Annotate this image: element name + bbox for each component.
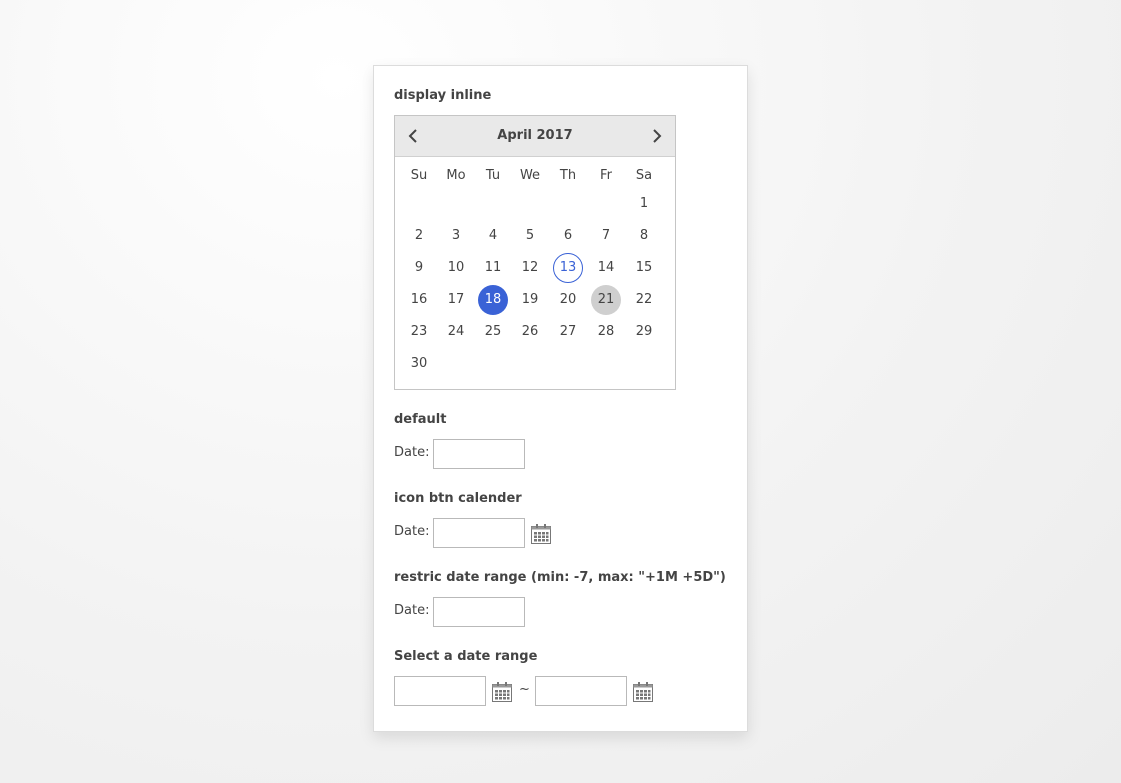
calendar-day[interactable]: 5 [515,221,545,251]
calendar-icon[interactable] [530,523,552,545]
calendar-day[interactable]: 26 [515,317,545,347]
weekday-header: Su [410,168,428,183]
calendar-day[interactable]: 6 [553,221,583,251]
datepicker-demo-card: display inline April 2017 Su Mo Tu We Th Fr Sa… [373,65,748,732]
calendar-icon[interactable] [491,681,513,703]
calendar-day[interactable]: 15 [629,253,659,283]
calendar-day[interactable]: 21 [591,285,621,315]
calendar-day[interactable]: 16 [404,285,434,315]
calendar-day[interactable]: 27 [553,317,583,347]
section-title-restrict: restric date range (min: -7, max: "+1M +… [394,570,726,585]
section-title-default: default [394,412,447,427]
weekday-header: Sa [635,168,653,183]
date-label: Date: [394,524,430,539]
chevron-right-icon [653,129,662,143]
calendar-day[interactable]: 7 [591,221,621,251]
range-from-input[interactable] [394,676,486,706]
range-to-input[interactable] [535,676,627,706]
next-month-button[interactable] [646,125,668,147]
weekday-header: Th [559,168,577,183]
weekday-header: Tu [485,168,501,183]
weekday-header: We [519,168,541,183]
calendar-month-title: April 2017 [497,128,573,143]
calendar-day[interactable]: 20 [553,285,583,315]
calendar-day[interactable]: 14 [591,253,621,283]
inline-calendar: April 2017 Su Mo Tu We Th Fr Sa 1 2 3 4 5 6 7 8 9 10 11 12… [394,115,676,390]
restrict-date-input[interactable] [433,597,525,627]
calendar-day[interactable]: 4 [478,221,508,251]
calendar-day[interactable]: 22 [629,285,659,315]
calendar-day[interactable]: 24 [441,317,471,347]
calendar-day[interactable]: 23 [404,317,434,347]
range-separator: ~ [519,682,530,697]
date-label: Date: [394,445,430,460]
weekday-header: Mo [446,168,466,183]
section-title-icon-btn: icon btn calender [394,491,522,506]
calendar-icon[interactable] [632,681,654,703]
calendar-day[interactable]: 1 [629,189,659,219]
date-label: Date: [394,603,430,618]
calendar-day[interactable]: 11 [478,253,508,283]
calendar-day[interactable]: 19 [515,285,545,315]
calendar-day[interactable]: 17 [441,285,471,315]
calendar-day[interactable]: 30 [404,349,434,379]
default-date-input[interactable] [433,439,525,469]
calendar-day[interactable]: 8 [629,221,659,251]
calendar-day-today[interactable]: 13 [553,253,583,283]
calendar-day[interactable]: 25 [478,317,508,347]
calendar-day[interactable]: 12 [515,253,545,283]
calendar-day[interactable]: 29 [629,317,659,347]
calendar-day[interactable]: 9 [404,253,434,283]
section-title-inline: display inline [394,88,492,103]
calendar-day-selected[interactable]: 18 [478,285,508,315]
calendar-header: April 2017 [395,116,675,157]
calendar-day[interactable]: 3 [441,221,471,251]
calendar-day[interactable]: 28 [591,317,621,347]
weekday-header: Fr [600,168,612,183]
calendar-day[interactable]: 10 [441,253,471,283]
section-title-range: Select a date range [394,649,538,664]
calendar-day[interactable]: 2 [404,221,434,251]
icon-btn-date-input[interactable] [433,518,525,548]
